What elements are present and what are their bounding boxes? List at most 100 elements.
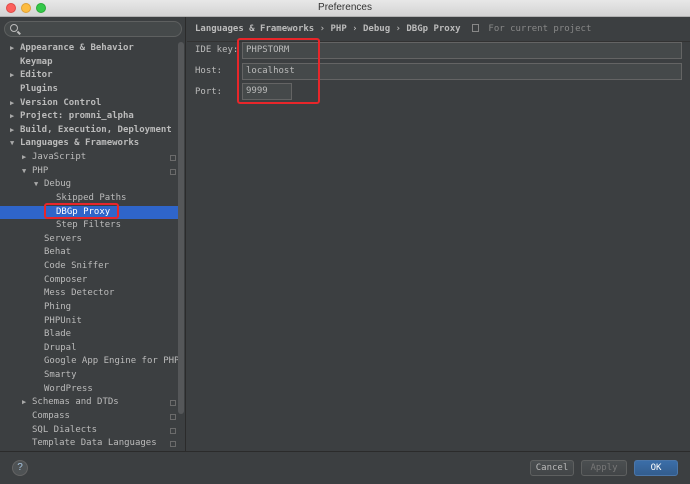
tree-item-label: Phing — [44, 301, 72, 312]
tree-item[interactable]: Mess Detector — [0, 287, 178, 301]
tree-item[interactable]: ▶ JavaScript — [0, 151, 178, 165]
expand-arrow-icon[interactable]: ▶ — [22, 151, 26, 165]
tree-item[interactable]: Keymap — [0, 56, 178, 70]
expand-arrow-icon[interactable]: ▶ — [10, 124, 14, 138]
tree-item-label: Step Filters — [56, 220, 122, 231]
ide-key-label: IDE key: — [195, 45, 239, 55]
tree-item[interactable]: Drupal — [0, 342, 178, 356]
tree-item-label: Schemas and DTDs — [32, 397, 119, 408]
tree-item-label: Behat — [44, 247, 72, 258]
settings-content: Languages & Frameworks › PHP › Debug › D… — [187, 17, 690, 451]
tree-item-label: Blade — [44, 329, 72, 340]
project-scope-icon — [170, 441, 176, 448]
annotation-highlight — [44, 203, 119, 219]
tree-item[interactable]: Behat — [0, 246, 178, 260]
tree-item-label: Plugins — [20, 83, 58, 94]
tree-item[interactable]: Template Data Languages — [0, 437, 178, 451]
dialog-footer: ? Cancel Apply OK — [0, 451, 690, 484]
project-scope-icon — [170, 400, 176, 407]
tree-item-label: Smarty — [44, 370, 77, 380]
project-scope-icon — [170, 427, 176, 434]
tree-item[interactable]: Phing — [0, 301, 178, 315]
tree-item-label: Debug — [44, 179, 72, 190]
tree-item-label: Editor — [20, 70, 53, 81]
tree-item[interactable]: ▼ Languages & Frameworks — [0, 137, 178, 151]
breadcrumb-item: Languages & Frameworks — [195, 24, 315, 34]
apply-button[interactable]: Apply — [581, 460, 627, 476]
tree-item-label: Mess Detector — [44, 288, 115, 299]
tree-item-label: PHP — [32, 165, 49, 176]
tree-item[interactable]: Code Sniffer — [0, 260, 178, 274]
tree-item-label: Servers — [44, 233, 82, 244]
tree-item[interactable]: ▶ Project: promni_alpha — [0, 110, 178, 124]
tree-item-label: Version Control — [20, 97, 102, 108]
project-scope-icon — [471, 24, 479, 32]
scope-hint: For current project — [488, 24, 592, 34]
tree-item-label: Keymap — [20, 56, 53, 67]
collapse-arrow-icon[interactable]: ▼ — [10, 137, 14, 151]
tree-item-label: Google App Engine for PHP — [44, 356, 180, 367]
window-title: Preferences — [318, 2, 372, 13]
tree-item[interactable]: Compass — [0, 410, 178, 424]
sidebar-scrollbar[interactable] — [178, 42, 184, 414]
breadcrumb-separator: › — [319, 24, 326, 34]
tree-item[interactable]: ▼ PHP — [0, 165, 178, 179]
title-bar: Preferences — [0, 0, 690, 17]
tree-item-label: JavaScript — [32, 152, 87, 162]
tree-item[interactable]: WordPress — [0, 383, 178, 397]
tree-item[interactable]: Google App Engine for PHP — [0, 355, 180, 369]
breadcrumb: Languages & Frameworks › PHP › Debug › D… — [195, 24, 591, 34]
project-scope-icon — [170, 155, 176, 161]
tree-item[interactable]: ▶ Build, Execution, Deployment — [0, 124, 178, 138]
tree-item[interactable]: Step Filters — [0, 219, 178, 233]
cancel-button[interactable]: Cancel — [530, 460, 574, 476]
expand-arrow-icon[interactable]: ▶ — [10, 97, 14, 111]
tree-item[interactable]: Blade — [0, 328, 178, 342]
search-icon — [10, 24, 18, 32]
tree-item[interactable]: PHPUnit — [0, 315, 178, 329]
tree-item-label: PHPUnit — [44, 315, 82, 326]
tree-item-label: Appearance & Behavior — [20, 43, 134, 53]
breadcrumb-item: DBGp Proxy — [406, 24, 461, 34]
tree-item-label: Template Data Languages — [32, 438, 157, 449]
tree-item-label: Compass — [32, 410, 70, 421]
expand-arrow-icon[interactable]: ▶ — [10, 110, 14, 124]
collapse-arrow-icon[interactable]: ▼ — [34, 178, 38, 192]
tree-item[interactable]: SQL Dialects — [0, 424, 178, 438]
breadcrumb-item: PHP — [330, 24, 347, 34]
tree-item-label: Drupal — [44, 342, 77, 353]
tree-item-label: Project: promni_alpha — [20, 111, 134, 122]
expand-arrow-icon[interactable]: ▶ — [10, 69, 14, 83]
tree-item[interactable]: ▼ Debug — [0, 178, 178, 192]
breadcrumb-separator: › — [352, 24, 358, 34]
project-scope-icon — [170, 413, 176, 420]
ok-button[interactable]: OK — [634, 460, 678, 476]
tree-item[interactable]: ▶ Appearance & Behavior — [0, 42, 178, 56]
tree-item-label: Languages & Frameworks — [20, 138, 140, 149]
tree-item[interactable]: Composer — [0, 274, 178, 288]
tree-item[interactable]: Servers — [0, 233, 178, 247]
annotation-highlight — [237, 38, 320, 104]
tree-item[interactable]: ▶ Schemas and DTDs — [0, 396, 178, 410]
expand-arrow-icon[interactable]: ▶ — [22, 396, 26, 410]
tree-item[interactable]: ▶ Editor — [0, 69, 178, 83]
breadcrumb-item: Debug — [363, 24, 391, 34]
tree-item-label: Code Sniffer — [44, 261, 110, 271]
search-input[interactable] — [4, 21, 182, 37]
breadcrumb-separator: › — [395, 24, 401, 34]
host-label: Host: — [195, 66, 223, 76]
help-button[interactable]: ? — [12, 460, 28, 476]
tree-item[interactable]: Plugins — [0, 83, 178, 97]
settings-tree: ▶ Appearance & Behavior Keymap ▶ Editor Plugi… — [0, 42, 180, 451]
expand-arrow-icon[interactable]: ▶ — [10, 42, 14, 56]
tree-item-label: WordPress — [44, 383, 93, 394]
tree-item[interactable]: Smarty — [0, 369, 178, 383]
tree-item[interactable]: ▶ Version Control — [0, 97, 178, 111]
tree-item-label: SQL Dialects — [32, 424, 98, 435]
collapse-arrow-icon[interactable]: ▼ — [22, 165, 26, 179]
settings-sidebar: ▶ Appearance & Behavior Keymap ▶ Editor Plugi… — [0, 17, 186, 451]
project-scope-icon — [170, 168, 176, 175]
port-label: Port: — [195, 87, 223, 97]
tree-item-label: Composer — [44, 274, 88, 285]
tree-item-label: Build, Execution, Deployment — [20, 124, 172, 135]
